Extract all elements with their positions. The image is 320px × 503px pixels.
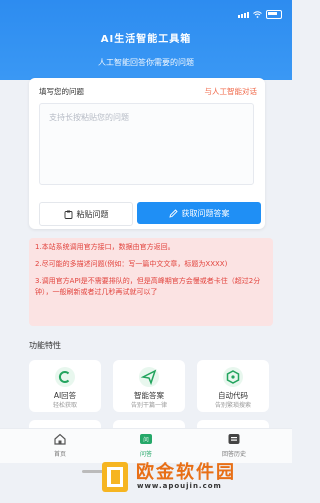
tab-history[interactable]: 回答历史 xyxy=(214,433,254,458)
tab-history-label: 回答历史 xyxy=(221,451,246,458)
notice-box: 1.本站系统调用官方接口，数据由官方返回。 2.尽可能的多描述问题(例如：写一篇… xyxy=(29,238,273,326)
feature-desc: 告别干篇一律 xyxy=(130,402,167,409)
app-subtitle: 人工智能回答你需要的问题 xyxy=(98,58,194,67)
history-icon xyxy=(228,434,240,444)
wifi-icon xyxy=(253,11,262,18)
watermark-url: www.apoujin.com xyxy=(137,482,222,490)
watermark-brand: 欧金软件园 xyxy=(136,462,236,483)
get-answer-label: 获取问题答案 xyxy=(181,208,230,218)
question-input[interactable]: 支持长按粘贴您的问题 xyxy=(39,103,254,185)
features-title: 功能特性 xyxy=(29,341,61,350)
feature-desc: 告别繁琐搜索 xyxy=(214,402,251,409)
feature-auto-code[interactable]: 自动代码 告别繁琐搜索 xyxy=(197,360,269,412)
notice-1: 1.本站系统调用官方接口，数据由官方返回。 xyxy=(35,243,175,251)
clipboard-icon xyxy=(64,210,72,219)
svg-text:问: 问 xyxy=(143,436,149,444)
battery-icon xyxy=(266,10,282,19)
tab-qa[interactable]: 问 问答 xyxy=(126,433,166,458)
app-title: AI生活智能工具箱 xyxy=(100,34,192,45)
feature-desc: 轻松获取 xyxy=(52,402,77,409)
ai-answer-icon xyxy=(55,367,75,387)
send-icon xyxy=(139,367,159,387)
status-bar xyxy=(238,10,282,19)
qa-icon: 问 xyxy=(140,434,152,444)
tab-home-label: 首页 xyxy=(53,451,66,458)
app-header: AI生活智能工具箱 人工智能回答你需要的问题 xyxy=(0,0,292,80)
transfer-link[interactable]: 与人工智能对话 xyxy=(205,86,258,97)
edit-icon xyxy=(168,208,178,218)
notice-3: 3.调用官方API是不需要排队的，但是高峰期官方会慢或者卡住（超过2分钟），一般… xyxy=(35,277,261,296)
tab-qa-label: 问答 xyxy=(139,451,152,458)
watermark-logo-icon xyxy=(102,462,128,492)
paste-button[interactable]: 粘贴问题 xyxy=(39,202,133,226)
question-label: 填写您的问题 xyxy=(39,87,84,96)
home-icon xyxy=(54,433,66,445)
question-placeholder: 支持长按粘贴您的问题 xyxy=(49,113,129,122)
get-answer-button[interactable]: 获取问题答案 xyxy=(137,202,261,224)
notice-2: 2.尽可能的多描述问题(例如：写一篇中文文章，标题为XXXX) xyxy=(35,260,228,268)
feature-smart-answer[interactable]: 智能答案 告别干篇一律 xyxy=(113,360,185,412)
tab-home[interactable]: 首页 xyxy=(40,433,80,458)
paste-button-label: 粘贴问题 xyxy=(76,209,109,219)
signal-icon xyxy=(238,11,249,18)
code-icon xyxy=(223,367,243,387)
feature-ai-answer[interactable]: AI回答 轻松获取 xyxy=(29,360,101,412)
